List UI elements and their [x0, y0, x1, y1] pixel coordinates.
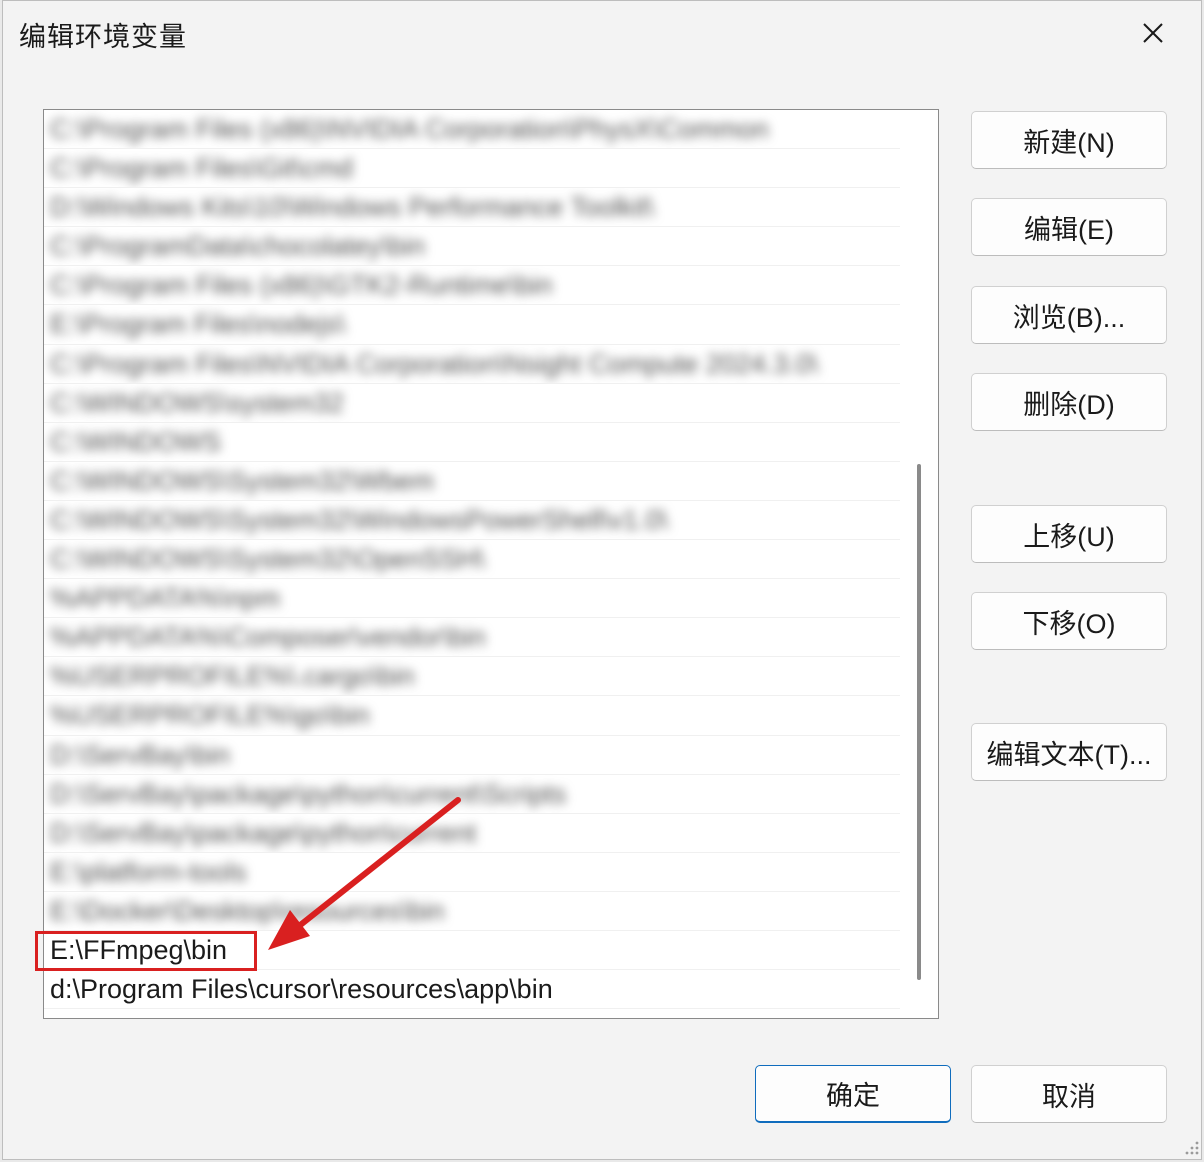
move-up-button[interactable]: 上移(U) — [971, 505, 1167, 563]
path-list-rows: C:\Program Files (x86)\NVIDIA Corporatio… — [44, 110, 900, 1010]
path-list-item-text: C:\ProgramData\chocolatey\bin — [50, 231, 426, 262]
path-list-item[interactable]: C:\Program Files (x86)\GTK2-Runtime\bin — [44, 266, 900, 306]
path-list-item[interactable]: E:\Docker\Desktop\resources\bin — [44, 892, 900, 931]
path-list-item-text: C:\WINDOWS\System32\WindowsPowerShell\v1… — [50, 504, 669, 535]
path-list-item-text: D:\ServBay\bin — [50, 739, 231, 770]
path-list-item[interactable]: %APPDATA%\Composer\vendor\bin — [44, 618, 900, 658]
path-list-item-text: C:\WINDOWS\System32\OpenSSH\ — [50, 544, 486, 575]
path-list-item-text: %APPDATA%\npm — [50, 583, 281, 614]
path-list-item-text: C:\Program Files (x86)\NVIDIA Corporatio… — [50, 114, 769, 144]
path-list-item-text: C:\Program Files (x86)\GTK2-Runtime\bin — [50, 270, 553, 301]
path-list-item[interactable]: d:\Program Files\cursor\resources\app\bi… — [44, 970, 900, 1010]
path-list-item[interactable]: C:\WINDOWS\System32\WindowsPowerShell\v1… — [44, 501, 900, 541]
path-list-item-text: %APPDATA%\Composer\vendor\bin — [50, 622, 486, 653]
path-list-item[interactable]: C:\Program Files (x86)\NVIDIA Corporatio… — [44, 110, 900, 150]
scrollbar[interactable] — [910, 112, 930, 1016]
path-list-item-text: E:\Program Files\nodejs\ — [50, 309, 346, 340]
dialog-title: 编辑环境变量 — [19, 22, 187, 53]
edit-button[interactable]: 编辑(E) — [971, 198, 1167, 256]
path-list-item-text: D:\Windows Kits\10\Windows Performance T… — [50, 192, 655, 223]
path-list-item-text: %USERPROFILE%\.cargo\bin — [50, 661, 415, 692]
edit-env-variable-dialog: 编辑环境变量 C:\Program Files (x86)\NVIDIA Cor… — [2, 0, 1202, 1160]
path-list-item[interactable]: D:\ServBay\bin — [44, 736, 900, 775]
path-list-item-text: %USERPROFILE%\go\bin — [50, 700, 370, 731]
resize-grip-icon[interactable] — [1181, 1137, 1201, 1157]
cancel-button[interactable]: 取消 — [971, 1065, 1167, 1123]
path-list[interactable]: C:\Program Files (x86)\NVIDIA Corporatio… — [43, 109, 939, 1019]
path-list-item[interactable]: C:\WINDOWS — [44, 423, 900, 462]
path-list-item[interactable]: %APPDATA%\npm — [44, 579, 900, 619]
path-list-item[interactable]: C:\ProgramData\chocolatey\bin — [44, 227, 900, 267]
path-list-item-text: C:\WINDOWS\System32\Wbem — [50, 465, 435, 496]
path-list-item-text: d:\Program Files\cursor\resources\app\bi… — [50, 974, 553, 1005]
path-list-item-text: C:\WINDOWS — [50, 426, 221, 457]
path-list-item-text: C:\WINDOWS\system32 — [50, 387, 345, 418]
path-list-item-text: C:\Program Files\Git\cmd — [50, 153, 354, 184]
path-list-item[interactable]: C:\Program Files\NVIDIA Corporation\Nsig… — [44, 345, 900, 384]
edit-text-button[interactable]: 编辑文本(T)... — [971, 723, 1167, 781]
move-down-button[interactable]: 下移(O) — [971, 592, 1167, 650]
path-list-item[interactable]: E:\platform-tools — [44, 853, 900, 892]
path-list-item[interactable]: C:\WINDOWS\system32 — [44, 384, 900, 423]
path-list-item[interactable]: %USERPROFILE%\go\bin — [44, 696, 900, 736]
path-list-item[interactable]: C:\WINDOWS\System32\Wbem — [44, 462, 900, 501]
path-list-item-text: D:\ServBay\package\python\current — [50, 817, 477, 848]
close-icon — [1143, 23, 1163, 43]
scrollbar-thumb[interactable] — [917, 464, 921, 980]
path-list-item[interactable]: C:\WINDOWS\System32\OpenSSH\ — [44, 540, 900, 580]
path-list-item[interactable]: E:\Program Files\nodejs\ — [44, 305, 900, 345]
browse-button[interactable]: 浏览(B)... — [971, 286, 1167, 344]
path-list-item-text: E:\Docker\Desktop\resources\bin — [50, 895, 445, 926]
path-list-item-text: E:\FFmpeg\bin — [50, 934, 228, 965]
path-list-item[interactable]: D:\ServBay\package\python\current\Script… — [44, 775, 900, 814]
path-list-item[interactable]: D:\Windows Kits\10\Windows Performance T… — [44, 188, 900, 228]
delete-button[interactable]: 删除(D) — [971, 373, 1167, 431]
path-list-item[interactable]: D:\ServBay\package\python\current — [44, 814, 900, 853]
path-list-item-text: C:\Program Files\NVIDIA Corporation\Nsig… — [50, 348, 819, 379]
path-list-item[interactable]: %USERPROFILE%\.cargo\bin — [44, 657, 900, 697]
path-list-item[interactable]: E:\FFmpeg\bin — [44, 931, 900, 971]
ok-button[interactable]: 确定 — [755, 1065, 951, 1123]
path-list-item[interactable]: C:\Program Files\Git\cmd — [44, 149, 900, 189]
new-button[interactable]: 新建(N) — [971, 111, 1167, 169]
path-list-item-text: D:\ServBay\package\python\current\Script… — [50, 778, 567, 809]
close-button[interactable] — [1133, 13, 1173, 53]
path-list-item-text: E:\platform-tools — [50, 856, 247, 887]
